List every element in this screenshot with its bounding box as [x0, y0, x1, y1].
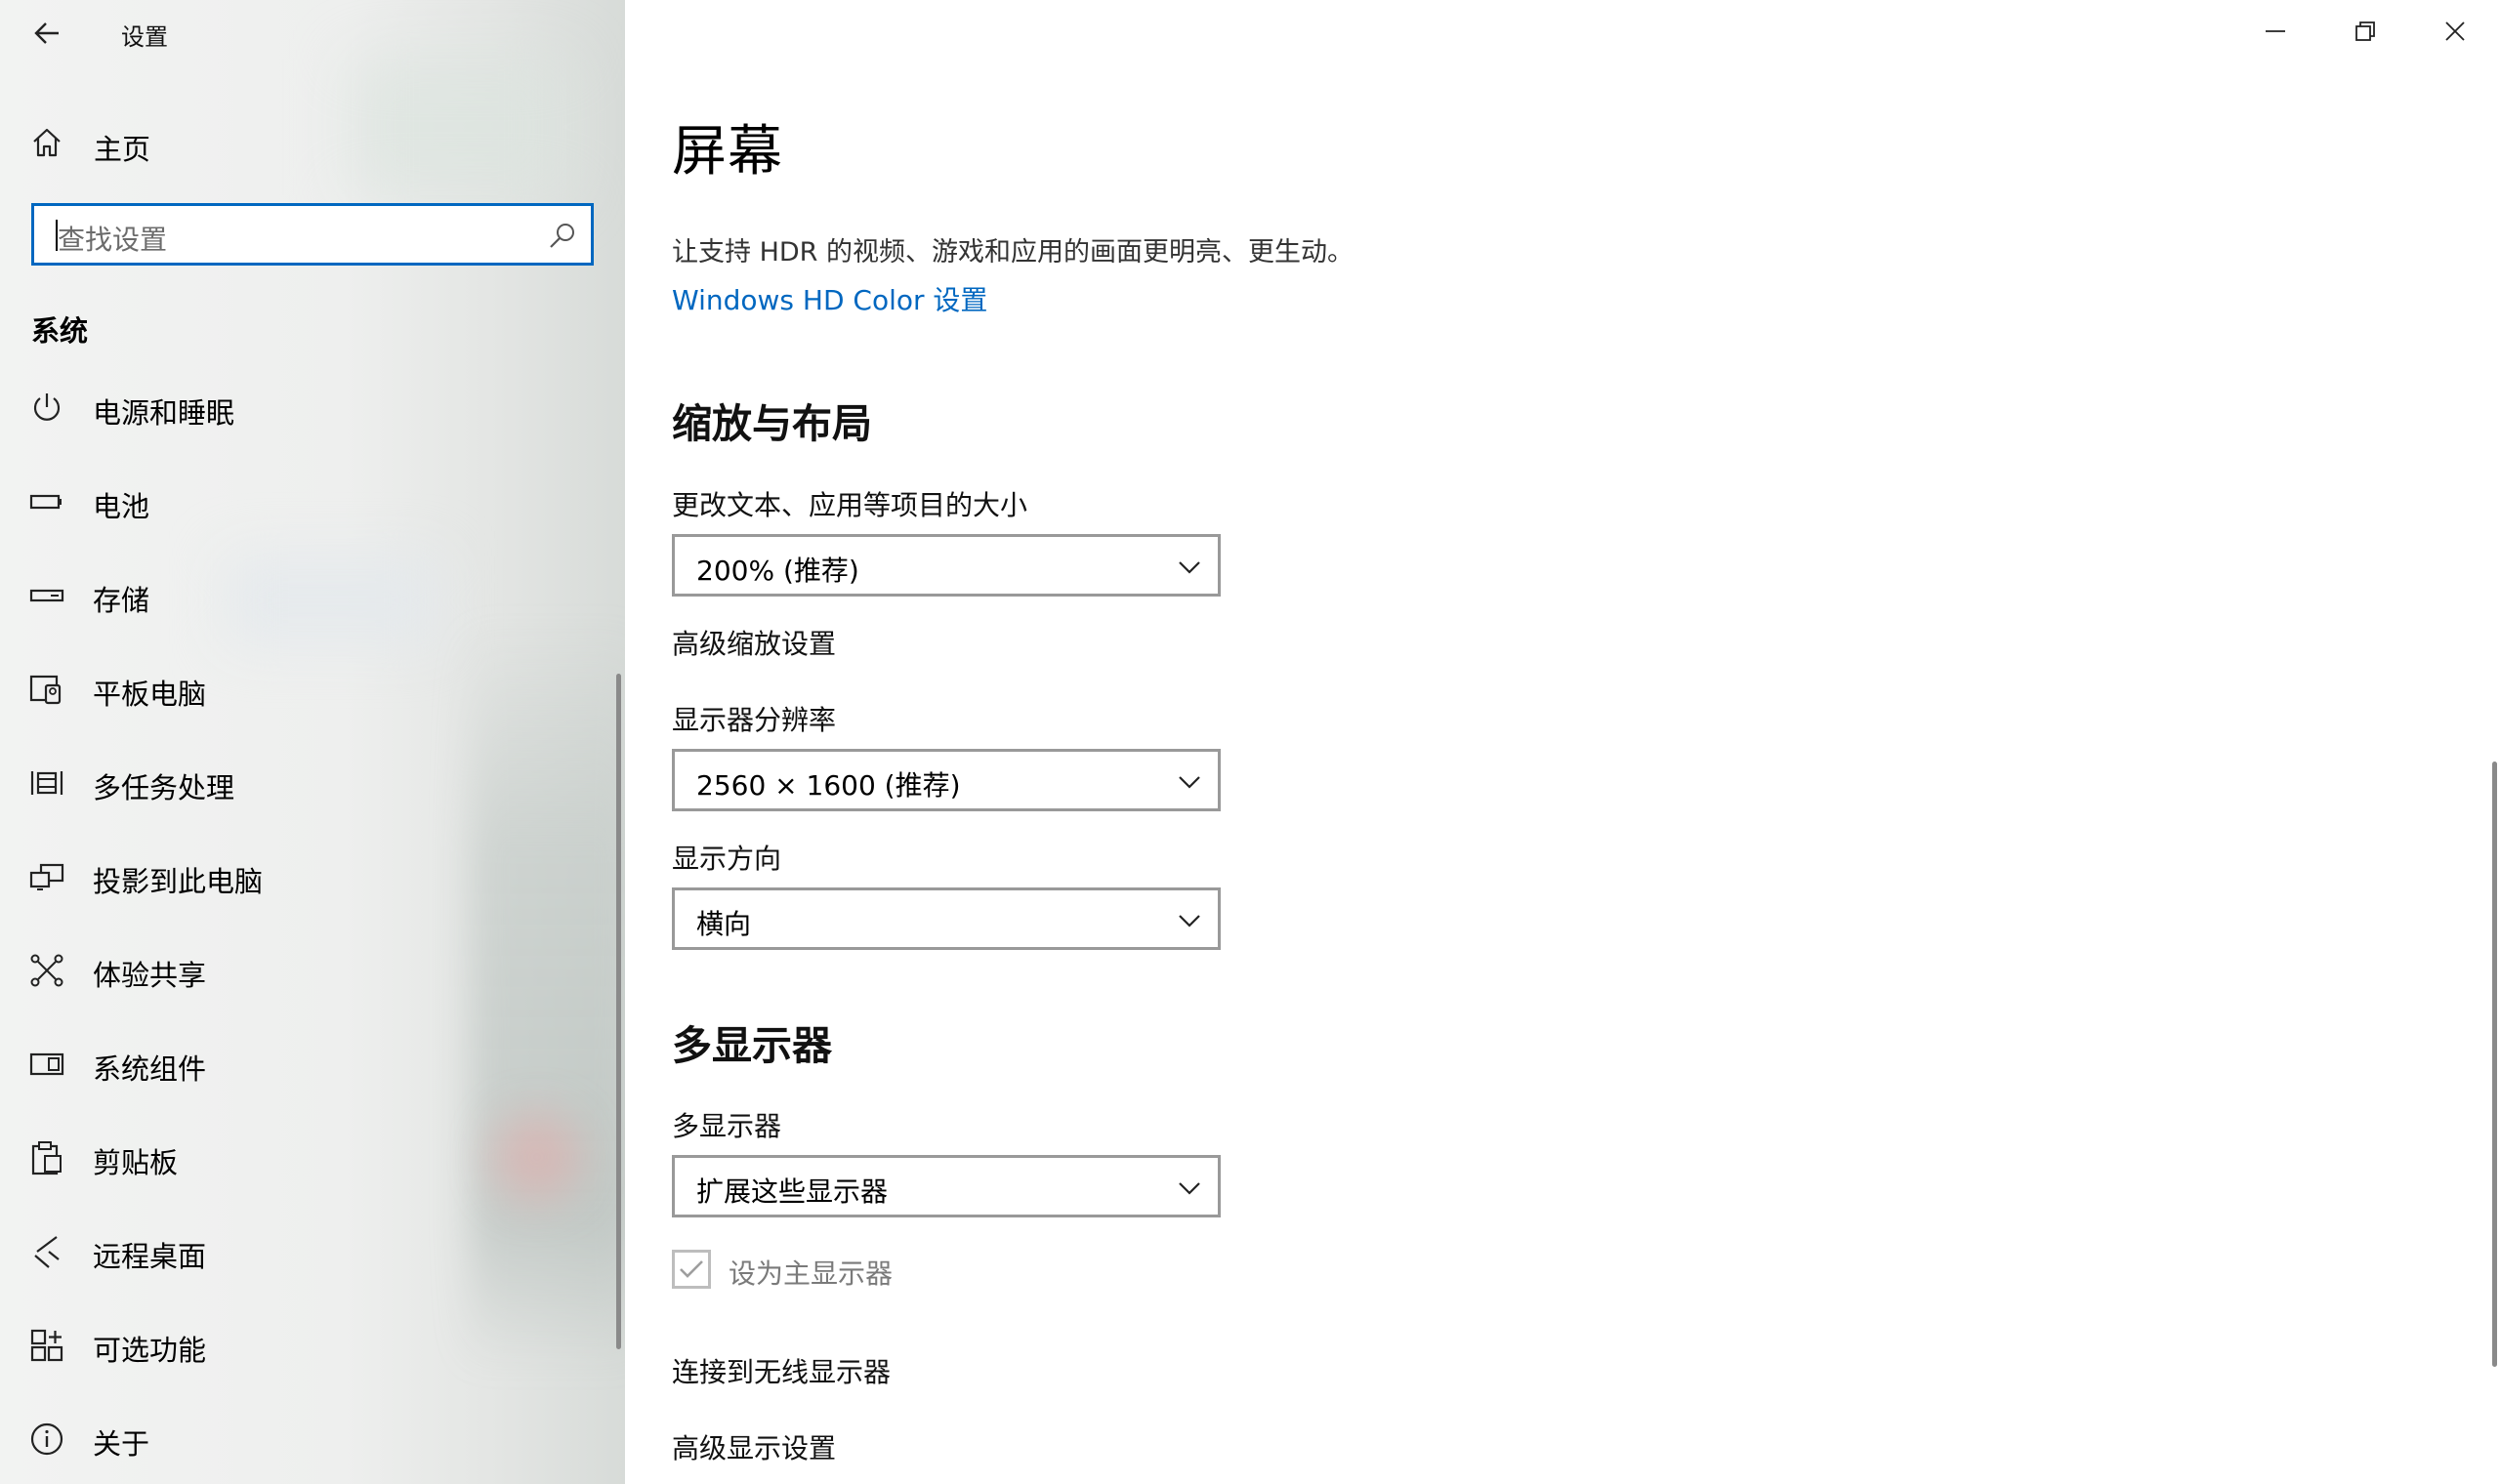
- minimize-icon: [2266, 30, 2285, 32]
- battery-icon: [29, 494, 62, 510]
- restore-button[interactable]: [2320, 0, 2410, 62]
- sidebar-item-storage[interactable]: 存储: [0, 556, 625, 635]
- resolution-value: 2560 × 1600 (推荐): [696, 769, 961, 802]
- sidebar-item-label: 体验共享: [93, 959, 207, 992]
- sidebar-item-label: 电源和睡眠: [93, 396, 235, 430]
- tablet-icon: [29, 675, 62, 705]
- app-title: 设置: [121, 23, 168, 51]
- search-placeholder: 查找设置: [58, 224, 168, 256]
- sidebar: 设置 主页 查找设置 系统 电源和睡眠 电池 存储 平板电脑 多任务处理 投影到…: [0, 0, 625, 1484]
- multi-display-heading: 多显示器: [672, 1022, 832, 1069]
- sidebar-item-multitasking[interactable]: 多任务处理: [0, 744, 625, 822]
- sidebar-scrollbar[interactable]: [616, 674, 621, 1349]
- back-arrow-icon: [34, 22, 59, 44]
- power-icon: [33, 393, 61, 421]
- close-button[interactable]: [2410, 0, 2500, 62]
- orientation-label: 显示方向: [672, 843, 782, 875]
- primary-display-label: 设为主显示器: [729, 1257, 894, 1290]
- wireless-display-link[interactable]: 连接到无线显示器: [672, 1351, 891, 1390]
- sidebar-item-label: 存储: [93, 584, 150, 617]
- minimize-button[interactable]: [2230, 0, 2320, 62]
- clipboard-icon: [31, 1141, 62, 1175]
- chevron-down-icon: [1179, 561, 1200, 574]
- resolution-label: 显示器分辨率: [672, 704, 837, 736]
- shared-experiences-icon: [30, 954, 63, 987]
- project-icon: [29, 863, 64, 890]
- sidebar-item-label: 系统组件: [93, 1052, 207, 1086]
- orientation-dropdown[interactable]: 横向: [672, 887, 1221, 950]
- chevron-down-icon: [1179, 776, 1200, 789]
- sidebar-item-label: 关于: [93, 1427, 150, 1461]
- page-title: 屏幕: [672, 120, 783, 184]
- close-icon: [2445, 21, 2465, 41]
- sidebar-item-label: 远程桌面: [93, 1240, 207, 1273]
- system-components-icon: [29, 1052, 64, 1076]
- search-input[interactable]: 查找设置: [31, 203, 594, 266]
- section-title: 系统: [31, 314, 89, 348]
- chevron-down-icon: [1179, 1182, 1200, 1195]
- advanced-display-link[interactable]: 高级显示设置: [672, 1427, 836, 1466]
- scale-value: 200% (推荐): [696, 555, 859, 587]
- scale-dropdown[interactable]: 200% (推荐): [672, 534, 1221, 597]
- sidebar-item-optional-features[interactable]: 可选功能: [0, 1306, 625, 1384]
- main-scrollbar[interactable]: [2492, 762, 2497, 1367]
- resolution-dropdown[interactable]: 2560 × 1600 (推荐): [672, 749, 1221, 811]
- storage-icon: [29, 589, 64, 602]
- multitasking-icon: [30, 771, 63, 795]
- home-icon: [33, 128, 61, 157]
- advanced-scaling-link[interactable]: 高级缩放设置: [672, 623, 836, 662]
- sidebar-item-label: 多任务处理: [93, 771, 235, 804]
- sidebar-item-label: 剪贴板: [93, 1146, 179, 1179]
- restore-icon: [2355, 21, 2375, 41]
- sidebar-item-label: 投影到此电脑: [93, 865, 264, 898]
- scale-layout-heading: 缩放与布局: [672, 400, 872, 447]
- sidebar-item-home[interactable]: 主页: [0, 115, 625, 170]
- sidebar-item-clipboard[interactable]: 剪贴板: [0, 1119, 625, 1197]
- chevron-down-icon: [1179, 915, 1200, 928]
- remote-desktop-icon: [34, 1236, 60, 1268]
- multi-display-value: 扩展这些显示器: [696, 1175, 889, 1208]
- sidebar-item-tablet[interactable]: 平板电脑: [0, 650, 625, 728]
- search-icon[interactable]: [548, 221, 577, 250]
- checkmark-icon: [680, 1260, 703, 1278]
- sidebar-item-label: 平板电脑: [93, 678, 207, 711]
- sidebar-item-battery[interactable]: 电池: [0, 463, 625, 541]
- sidebar-item-label: 主页: [94, 133, 151, 166]
- sidebar-item-project[interactable]: 投影到此电脑: [0, 838, 625, 916]
- primary-display-checkbox[interactable]: [672, 1250, 711, 1289]
- hdr-color-settings-link[interactable]: Windows HD Color 设置: [672, 279, 987, 318]
- sidebar-item-about[interactable]: 关于: [0, 1400, 625, 1478]
- sidebar-item-shared-experiences[interactable]: 体验共享: [0, 931, 625, 1010]
- back-button[interactable]: [27, 14, 66, 53]
- orientation-value: 横向: [696, 908, 752, 940]
- sidebar-item-remote-desktop[interactable]: 远程桌面: [0, 1213, 625, 1291]
- scale-label: 更改文本、应用等项目的大小: [672, 489, 1028, 521]
- optional-features-icon: [30, 1329, 63, 1362]
- main-content: 屏幕 让支持 HDR 的视频、游戏和应用的画面更明亮、更生动。 Windows …: [625, 0, 2500, 1484]
- info-icon: [30, 1422, 63, 1456]
- hdr-description: 让支持 HDR 的视频、游戏和应用的画面更明亮、更生动。: [672, 237, 1354, 268]
- multi-display-label: 多显示器: [672, 1110, 782, 1142]
- sidebar-item-power[interactable]: 电源和睡眠: [0, 369, 625, 447]
- multi-display-dropdown[interactable]: 扩展这些显示器: [672, 1155, 1221, 1217]
- sidebar-item-system-components[interactable]: 系统组件: [0, 1025, 625, 1103]
- sidebar-item-label: 可选功能: [93, 1334, 207, 1367]
- sidebar-item-label: 电池: [93, 490, 150, 523]
